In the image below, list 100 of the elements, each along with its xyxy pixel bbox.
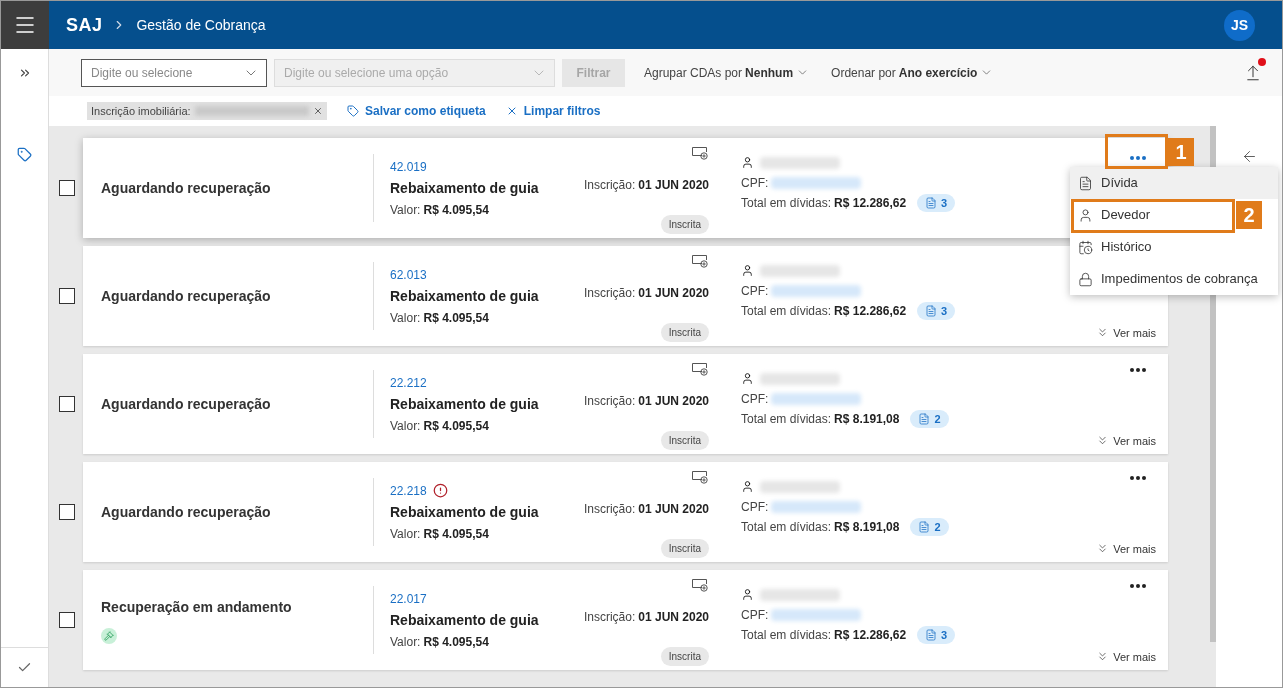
status-text: Aguardando recuperação — [101, 286, 272, 306]
document-count-badge[interactable]: 2 — [910, 409, 949, 429]
annotation-frame — [1105, 134, 1168, 169]
person-icon — [741, 372, 754, 386]
date-text: 01 JUN 2020 — [638, 500, 709, 518]
date-label: Inscrição: — [583, 284, 636, 302]
document-count-badge[interactable]: 2 — [910, 517, 949, 537]
status-badge: Inscrita — [660, 431, 709, 450]
annotation-label: 1 — [1168, 138, 1194, 166]
person-icon — [741, 264, 754, 278]
menu-item[interactable]: Dívida — [1070, 167, 1278, 199]
total-label: Total em dívidas: — [741, 303, 832, 320]
status-badge: Inscrita — [660, 323, 709, 342]
status-text: Recuperação em andamento — [101, 597, 293, 617]
number-link[interactable]: 42.019 — [390, 157, 427, 176]
value-text: R$ 4.095,54 — [423, 201, 489, 219]
chip-label: Inscrição imobiliária: — [91, 103, 191, 119]
status-text: Aguardando recuperação — [101, 502, 272, 522]
add-tag-icon[interactable] — [691, 578, 709, 592]
total-text: R$ 12.286,62 — [834, 195, 907, 212]
lock-icon — [1078, 271, 1093, 287]
see-more-button[interactable]: Ver mais — [1096, 540, 1156, 557]
cpf-label: CPF: — [741, 390, 769, 408]
total-label: Total em dívidas: — [741, 519, 832, 536]
total-text: R$ 12.286,62 — [834, 303, 907, 320]
value-label: Valor: — [390, 309, 421, 327]
status-badge: Inscrita — [660, 647, 709, 666]
title-text: Rebaixamento de guia — [390, 394, 540, 414]
menu-button[interactable] — [1, 1, 49, 49]
cpf-label: CPF: — [741, 174, 769, 192]
logo[interactable]: SAJ — [66, 11, 103, 39]
select-field[interactable]: Digite ou selecione — [81, 58, 267, 87]
value-text: R$ 4.095,54 — [423, 633, 489, 651]
date-text: 01 JUN 2020 — [638, 392, 709, 410]
status-badge: Inscrita — [660, 539, 709, 558]
title-text: Rebaixamento de guia — [390, 286, 540, 306]
add-tag-icon[interactable] — [691, 470, 709, 484]
total-text: R$ 8.191,08 — [834, 411, 900, 428]
date-label: Inscrição: — [583, 176, 636, 194]
see-more-button[interactable]: Ver mais — [1096, 324, 1156, 341]
group-by-dropdown[interactable]: Agrupar CDAs por Nenhum — [644, 63, 810, 82]
export-icon[interactable] — [1244, 63, 1262, 82]
checkbox[interactable] — [59, 504, 75, 520]
cpf-label: CPF: — [741, 498, 769, 516]
status-badge: Inscrita — [660, 215, 709, 234]
user-avatar[interactable]: JS — [1224, 9, 1255, 41]
person-icon — [1078, 207, 1093, 223]
date-text: 01 JUN 2020 — [638, 176, 709, 194]
total-label: Total em dívidas: — [741, 195, 832, 212]
status-text: Aguardando recuperação — [101, 394, 272, 414]
menu-item[interactable]: Impedimentos de cobrança — [1070, 263, 1270, 295]
number-link[interactable]: 22.017 — [390, 589, 427, 608]
status-text: Aguardando recuperação — [101, 178, 272, 198]
value-label: Valor: — [390, 201, 421, 219]
checkbox[interactable] — [59, 396, 75, 412]
value-label: Valor: — [390, 633, 421, 651]
date-text: 01 JUN 2020 — [638, 284, 709, 302]
number-link[interactable]: 22.212 — [390, 373, 427, 392]
save-tag-link[interactable]: Salvar como etiqueta — [347, 102, 486, 120]
menu-item[interactable]: Histórico — [1070, 231, 1164, 263]
add-tag-icon[interactable] — [691, 146, 709, 160]
value-label: Valor: — [390, 525, 421, 543]
person-icon — [741, 588, 754, 602]
menu-item[interactable]: Devedor — [1070, 199, 1163, 231]
title-text: Rebaixamento de guia — [390, 610, 540, 630]
date-label: Inscrição: — [583, 392, 636, 410]
number-link[interactable]: 22.218 — [390, 481, 427, 500]
document-count-badge[interactable]: 3 — [917, 301, 956, 321]
see-more-button[interactable]: Ver mais — [1096, 648, 1156, 665]
annotation-label: 2 — [1236, 201, 1262, 229]
breadcrumb-text: Gestão de Cobrança — [136, 15, 266, 35]
order-by-dropdown[interactable]: Ordenar por Ano exercício — [831, 63, 994, 82]
total-text: R$ 8.191,08 — [834, 519, 900, 536]
value-label: Valor: — [390, 417, 421, 435]
value-text: R$ 4.095,54 — [423, 417, 489, 435]
title-text: Rebaixamento de guia — [390, 178, 540, 198]
see-more-button[interactable]: Ver mais — [1096, 432, 1156, 449]
document-icon — [1078, 175, 1093, 191]
add-tag-icon[interactable] — [691, 362, 709, 376]
total-text: R$ 12.286,62 — [834, 627, 907, 644]
date-label: Inscrição: — [583, 608, 636, 626]
checkbox[interactable] — [59, 288, 75, 304]
date-text: 01 JUN 2020 — [638, 608, 709, 626]
person-icon — [741, 480, 754, 494]
tag-icon[interactable] — [17, 147, 32, 162]
calendar-clock-icon — [1078, 239, 1093, 255]
checkbox[interactable] — [59, 180, 75, 196]
cpf-label: CPF: — [741, 282, 769, 300]
document-count-badge[interactable]: 3 — [917, 625, 956, 645]
total-label: Total em dívidas: — [741, 627, 832, 644]
date-label: Inscrição: — [583, 500, 636, 518]
clear-filters-link[interactable]: Limpar filtros — [505, 102, 601, 120]
document-count-badge[interactable]: 3 — [917, 193, 956, 213]
close-icon[interactable] — [313, 106, 323, 116]
checkbox[interactable] — [59, 612, 75, 628]
total-label: Total em dívidas: — [741, 411, 832, 428]
value-text: R$ 4.095,54 — [423, 309, 489, 327]
number-link[interactable]: 62.013 — [390, 265, 427, 284]
add-tag-icon[interactable] — [691, 254, 709, 268]
value-text: R$ 4.095,54 — [423, 525, 489, 543]
